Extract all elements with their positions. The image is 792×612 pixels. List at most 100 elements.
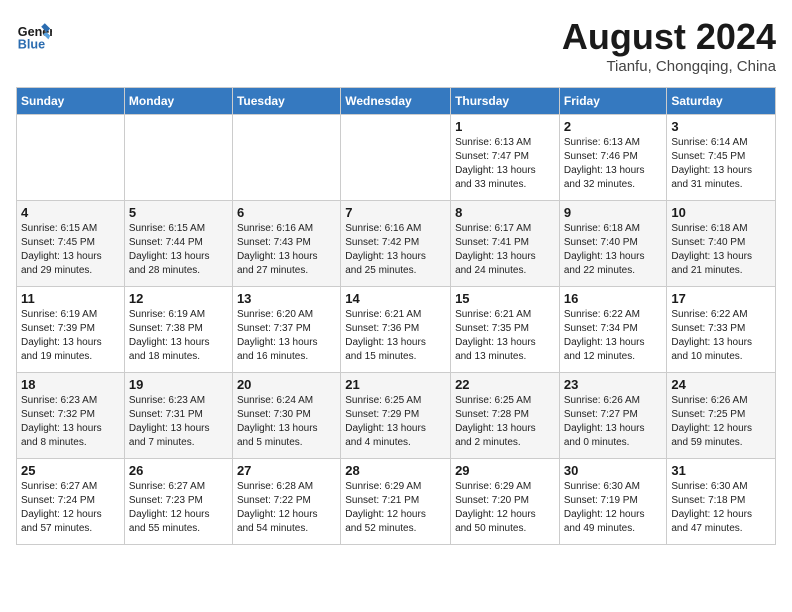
calendar-cell: 9 Sunrise: 6:18 AM Sunset: 7:40 PM Daylig… (559, 201, 667, 287)
month-title: August 2024 (562, 16, 776, 58)
day-info: Sunrise: 6:13 AM Sunset: 7:46 PM Dayligh… (564, 136, 663, 192)
day-info: Sunrise: 6:20 AM Sunset: 7:37 PM Dayligh… (237, 308, 336, 364)
day-number: 10 (671, 205, 771, 220)
day-info: Sunrise: 6:23 AM Sunset: 7:32 PM Dayligh… (21, 394, 120, 450)
day-info: Sunrise: 6:30 AM Sunset: 7:19 PM Dayligh… (564, 480, 663, 536)
day-info: Sunrise: 6:19 AM Sunset: 7:38 PM Dayligh… (129, 308, 228, 364)
calendar-cell: 13 Sunrise: 6:20 AM Sunset: 7:37 PM Dayli… (232, 287, 340, 373)
weekday-header: Friday (559, 88, 667, 115)
day-number: 16 (564, 291, 663, 306)
day-info: Sunrise: 6:23 AM Sunset: 7:31 PM Dayligh… (129, 394, 228, 450)
day-info: Sunrise: 6:27 AM Sunset: 7:23 PM Dayligh… (129, 480, 228, 536)
calendar-cell: 19 Sunrise: 6:23 AM Sunset: 7:31 PM Dayli… (124, 373, 232, 459)
logo: General Blue (16, 16, 52, 52)
day-info: Sunrise: 6:28 AM Sunset: 7:22 PM Dayligh… (237, 480, 336, 536)
day-number: 23 (564, 377, 663, 392)
day-number: 31 (671, 463, 771, 478)
day-number: 13 (237, 291, 336, 306)
calendar-cell: 10 Sunrise: 6:18 AM Sunset: 7:40 PM Dayli… (667, 201, 776, 287)
day-info: Sunrise: 6:15 AM Sunset: 7:44 PM Dayligh… (129, 222, 228, 278)
calendar-cell: 18Sunrise: 6:23 AM Sunset: 7:32 PM Dayli… (17, 373, 125, 459)
calendar-cell: 11 Sunrise: 6:19 AM Sunset: 7:39 PM Dayli… (17, 287, 125, 373)
day-info: Sunrise: 6:27 AM Sunset: 7:24 PM Dayligh… (21, 480, 120, 536)
calendar-week-row: 25 Sunrise: 6:27 AM Sunset: 7:24 PM Dayli… (17, 459, 776, 545)
weekday-header: Monday (124, 88, 232, 115)
calendar-cell: 31 Sunrise: 6:30 AM Sunset: 7:18 PM Dayli… (667, 459, 776, 545)
day-info: Sunrise: 6:13 AM Sunset: 7:47 PM Dayligh… (455, 136, 555, 192)
day-number: 9 (564, 205, 663, 220)
logo-icon: General Blue (16, 16, 52, 52)
calendar-cell (124, 115, 232, 201)
day-info: Sunrise: 6:25 AM Sunset: 7:28 PM Dayligh… (455, 394, 555, 450)
day-info: Sunrise: 6:26 AM Sunset: 7:25 PM Dayligh… (671, 394, 771, 450)
calendar-cell: 12 Sunrise: 6:19 AM Sunset: 7:38 PM Dayli… (124, 287, 232, 373)
calendar-cell: 25 Sunrise: 6:27 AM Sunset: 7:24 PM Dayli… (17, 459, 125, 545)
day-number: 22 (455, 377, 555, 392)
day-info: Sunrise: 6:26 AM Sunset: 7:27 PM Dayligh… (564, 394, 663, 450)
day-info: Sunrise: 6:24 AM Sunset: 7:30 PM Dayligh… (237, 394, 336, 450)
day-info: Sunrise: 6:16 AM Sunset: 7:43 PM Dayligh… (237, 222, 336, 278)
calendar-cell: 8Sunrise: 6:17 AM Sunset: 7:41 PM Daylig… (451, 201, 560, 287)
svg-text:Blue: Blue (18, 37, 45, 51)
day-info: Sunrise: 6:14 AM Sunset: 7:45 PM Dayligh… (671, 136, 771, 192)
day-number: 2 (564, 119, 663, 134)
calendar-cell: 1Sunrise: 6:13 AM Sunset: 7:47 PM Daylig… (451, 115, 560, 201)
day-number: 3 (671, 119, 771, 134)
day-info: Sunrise: 6:18 AM Sunset: 7:40 PM Dayligh… (564, 222, 663, 278)
calendar-cell: 30Sunrise: 6:30 AM Sunset: 7:19 PM Dayli… (559, 459, 667, 545)
day-info: Sunrise: 6:21 AM Sunset: 7:36 PM Dayligh… (345, 308, 446, 364)
calendar-cell: 6 Sunrise: 6:16 AM Sunset: 7:43 PM Daylig… (232, 201, 340, 287)
calendar-cell: 21 Sunrise: 6:25 AM Sunset: 7:29 PM Dayli… (341, 373, 451, 459)
calendar-cell: 5Sunrise: 6:15 AM Sunset: 7:44 PM Daylig… (124, 201, 232, 287)
weekday-header: Tuesday (232, 88, 340, 115)
day-number: 6 (237, 205, 336, 220)
calendar-cell: 7 Sunrise: 6:16 AM Sunset: 7:42 PM Daylig… (341, 201, 451, 287)
day-number: 15 (455, 291, 555, 306)
calendar-cell: 15Sunrise: 6:21 AM Sunset: 7:35 PM Dayli… (451, 287, 560, 373)
location: Tianfu, Chongqing, China (562, 58, 776, 75)
day-number: 24 (671, 377, 771, 392)
day-number: 4 (21, 205, 120, 220)
weekday-header: Sunday (17, 88, 125, 115)
day-number: 21 (345, 377, 446, 392)
day-info: Sunrise: 6:15 AM Sunset: 7:45 PM Dayligh… (21, 222, 120, 278)
day-number: 25 (21, 463, 120, 478)
day-info: Sunrise: 6:19 AM Sunset: 7:39 PM Dayligh… (21, 308, 120, 364)
day-number: 7 (345, 205, 446, 220)
weekday-header: Thursday (451, 88, 560, 115)
calendar-cell (17, 115, 125, 201)
day-number: 19 (129, 377, 228, 392)
day-number: 20 (237, 377, 336, 392)
calendar-cell: 16 Sunrise: 6:22 AM Sunset: 7:34 PM Dayli… (559, 287, 667, 373)
weekday-header: Wednesday (341, 88, 451, 115)
calendar-cell: 27Sunrise: 6:28 AM Sunset: 7:22 PM Dayli… (232, 459, 340, 545)
day-number: 14 (345, 291, 446, 306)
day-info: Sunrise: 6:25 AM Sunset: 7:29 PM Dayligh… (345, 394, 446, 450)
day-info: Sunrise: 6:18 AM Sunset: 7:40 PM Dayligh… (671, 222, 771, 278)
calendar-cell: 26Sunrise: 6:27 AM Sunset: 7:23 PM Dayli… (124, 459, 232, 545)
page-header: General Blue August 2024 Tianfu, Chongqi… (16, 16, 776, 75)
day-info: Sunrise: 6:22 AM Sunset: 7:34 PM Dayligh… (564, 308, 663, 364)
day-info: Sunrise: 6:30 AM Sunset: 7:18 PM Dayligh… (671, 480, 771, 536)
day-number: 17 (671, 291, 771, 306)
calendar-cell: 24 Sunrise: 6:26 AM Sunset: 7:25 PM Dayli… (667, 373, 776, 459)
calendar-cell (232, 115, 340, 201)
calendar-cell: 17 Sunrise: 6:22 AM Sunset: 7:33 PM Dayli… (667, 287, 776, 373)
calendar-cell: 14 Sunrise: 6:21 AM Sunset: 7:36 PM Dayli… (341, 287, 451, 373)
day-number: 8 (455, 205, 555, 220)
day-info: Sunrise: 6:29 AM Sunset: 7:20 PM Dayligh… (455, 480, 555, 536)
calendar-week-row: 1Sunrise: 6:13 AM Sunset: 7:47 PM Daylig… (17, 115, 776, 201)
calendar-week-row: 4 Sunrise: 6:15 AM Sunset: 7:45 PM Daylig… (17, 201, 776, 287)
day-number: 12 (129, 291, 228, 306)
day-info: Sunrise: 6:16 AM Sunset: 7:42 PM Dayligh… (345, 222, 446, 278)
title-block: August 2024 Tianfu, Chongqing, China (562, 16, 776, 75)
day-info: Sunrise: 6:22 AM Sunset: 7:33 PM Dayligh… (671, 308, 771, 364)
calendar-cell: 28Sunrise: 6:29 AM Sunset: 7:21 PM Dayli… (341, 459, 451, 545)
calendar-cell: 22 Sunrise: 6:25 AM Sunset: 7:28 PM Dayli… (451, 373, 560, 459)
calendar-week-row: 18Sunrise: 6:23 AM Sunset: 7:32 PM Dayli… (17, 373, 776, 459)
calendar-cell (341, 115, 451, 201)
day-number: 28 (345, 463, 446, 478)
day-number: 11 (21, 291, 120, 306)
calendar-cell: 2 Sunrise: 6:13 AM Sunset: 7:46 PM Daylig… (559, 115, 667, 201)
calendar-cell: 29Sunrise: 6:29 AM Sunset: 7:20 PM Dayli… (451, 459, 560, 545)
